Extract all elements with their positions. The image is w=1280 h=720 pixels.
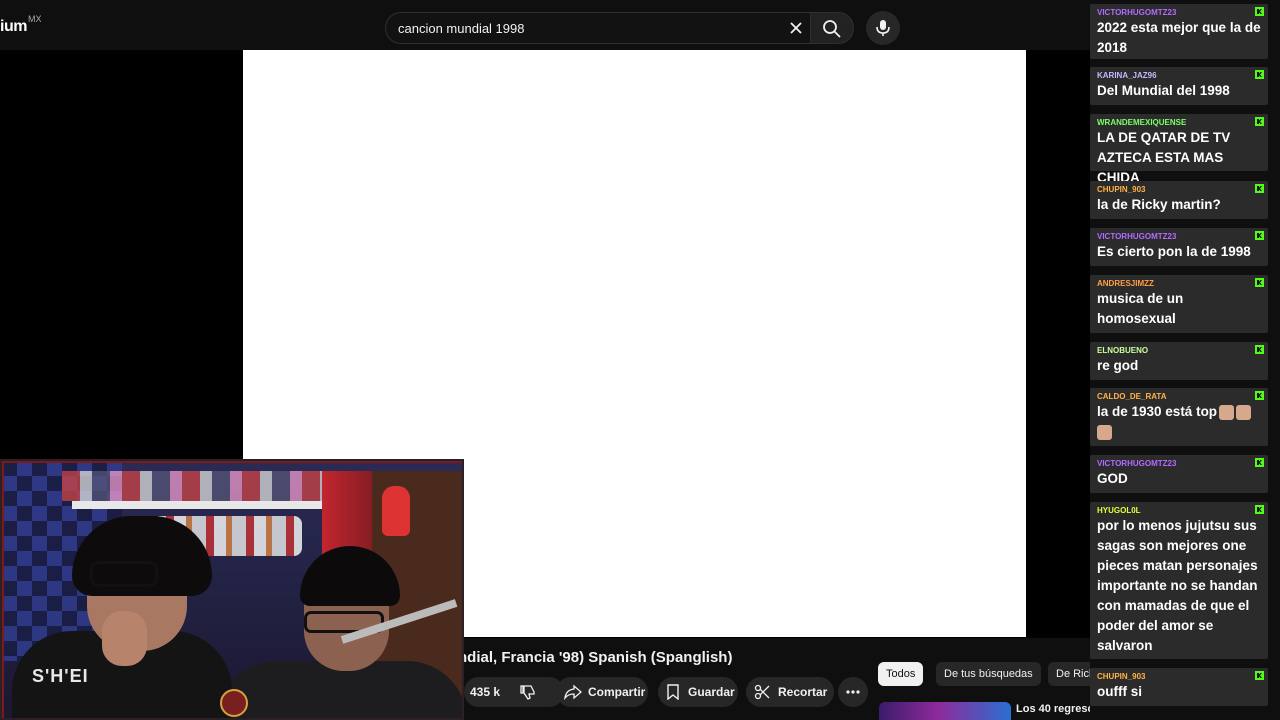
chat-username[interactable]: ELNOBUENO <box>1097 346 1148 355</box>
filter-chips: Todos De tus búsquedas De Ricky Martin <box>878 662 1178 686</box>
more-actions-button[interactable] <box>838 677 868 707</box>
poster-collection <box>62 471 322 501</box>
screen: ium MX cancion mundial 1998 ndial, Franc… <box>0 0 1280 720</box>
chat-message: ELNOBUENO re god <box>1090 342 1268 380</box>
kick-badge-icon <box>1255 671 1264 680</box>
live-chat: VICTORHUGOMTZ23 2022 esta mejor que la de… <box>1090 0 1280 720</box>
santa-figure <box>382 486 410 536</box>
chat-username[interactable]: KARINA_JAZ96 <box>1097 71 1157 80</box>
voice-search-button[interactable] <box>866 11 900 45</box>
masthead: ium MX cancion mundial 1998 <box>0 0 1090 50</box>
chat-message: VICTORHUGOMTZ23 2022 esta mejor que la de… <box>1090 4 1268 59</box>
shirt-print: S'H'EI <box>32 666 89 686</box>
save-label: Guardar <box>688 685 735 699</box>
chat-message-text: por lo menos jujutsu sus sagas son mejor… <box>1097 518 1258 653</box>
video-title: ndial, Francia '98) Spanish (Spanglish) <box>458 649 733 666</box>
chat-message: CHUPIN_903oufff si <box>1090 668 1268 706</box>
chat-message-text: musica de un homosexual <box>1097 291 1184 326</box>
chat-message: CHUPIN_903la de Ricky martin? <box>1090 181 1268 219</box>
emote-icon <box>1097 425 1112 440</box>
share-button[interactable]: Compartir <box>556 677 648 707</box>
chat-username[interactable]: VICTORHUGOMTZ23 <box>1097 8 1176 17</box>
bookmark-icon <box>667 684 679 700</box>
like-dislike-group: 435 k <box>464 677 564 707</box>
chat-username[interactable]: CHUPIN_903 <box>1097 672 1145 681</box>
close-icon[interactable] <box>788 20 804 36</box>
kick-badge-icon <box>1255 117 1264 126</box>
shelf <box>72 501 342 509</box>
save-button[interactable]: Guardar <box>658 677 738 707</box>
webcam-overlay: S'H'EI <box>0 459 464 720</box>
chat-message: ANDRESJIMZZ musica de un homosexual <box>1090 275 1268 333</box>
chat-message-text: GOD <box>1097 471 1128 486</box>
chat-username[interactable]: VICTORHUGOMTZ23 <box>1097 459 1176 468</box>
streamer-1-glasses <box>90 561 158 587</box>
kick-badge-icon <box>1255 70 1264 79</box>
chat-username[interactable]: WRANDEMEXIQUENSE <box>1097 118 1186 127</box>
search-box[interactable]: cancion mundial 1998 <box>385 12 813 44</box>
streamer-1-hand <box>102 611 147 666</box>
share-icon <box>564 684 582 700</box>
chat-message: VICTORHUGOMTZ23 Es cierto pon la de 1998 <box>1090 228 1268 266</box>
chat-message-text: oufff si <box>1097 684 1142 699</box>
chat-message-text: re god <box>1097 358 1139 373</box>
chat-message-text: 2022 esta mejor que la de 2018 <box>1097 20 1261 55</box>
channel-logo <box>220 689 248 717</box>
dislike-icon[interactable] <box>520 684 536 700</box>
logo[interactable]: ium <box>0 18 27 36</box>
chat-message-text: LA DE QATAR DE TV AZTECA ESTA MAS CHIDA <box>1097 130 1231 185</box>
clip-button[interactable]: Recortar <box>746 677 834 707</box>
recommendation-thumbnail[interactable] <box>879 702 1011 720</box>
chat-message: VICTORHUGOMTZ23 GOD <box>1090 455 1268 493</box>
emote-icon <box>1219 404 1235 420</box>
kick-badge-icon <box>1255 7 1264 16</box>
emote-icon <box>1236 404 1252 420</box>
search-icon <box>823 20 841 38</box>
clip-label: Recortar <box>778 685 828 699</box>
chat-username[interactable]: CHUPIN_903 <box>1097 185 1145 194</box>
kick-badge-icon <box>1255 231 1264 240</box>
chip-todos[interactable]: Todos <box>878 662 924 686</box>
chat-message-text: Es cierto pon la de 1998 <box>1097 244 1251 259</box>
chat-username[interactable]: VICTORHUGOMTZ23 <box>1097 232 1176 241</box>
microphone-icon <box>876 20 890 36</box>
chat-message: HYUGOL0L por lo menos jujutsu sus sagas s… <box>1090 502 1268 659</box>
chat-message-text: Del Mundial del 1998 <box>1097 83 1230 98</box>
chat-username[interactable]: HYUGOL0L <box>1097 506 1141 515</box>
share-label: Compartir <box>588 685 646 699</box>
chat-username[interactable]: ANDRESJIMZZ <box>1097 279 1154 288</box>
chat-message: CALDO_DE_RATAla de 1930 está top <box>1090 388 1268 446</box>
kick-badge-icon <box>1255 458 1264 467</box>
chat-message-text: la de Ricky martin? <box>1097 197 1221 212</box>
like-count[interactable]: 435 k <box>470 685 500 699</box>
search-button[interactable] <box>810 12 854 44</box>
logo-region-label: MX <box>28 14 42 24</box>
chat-message: KARINA_JAZ96 Del Mundial del 1998 <box>1090 67 1268 105</box>
search-input[interactable]: cancion mundial 1998 <box>398 21 524 36</box>
kick-badge-icon <box>1255 345 1264 354</box>
chat-message: WRANDEMEXIQUENSE LA DE QATAR DE TV AZTECA… <box>1090 114 1268 185</box>
chat-username[interactable]: CALDO_DE_RATA <box>1097 392 1166 401</box>
chat-message-text: la de 1930 está top <box>1097 404 1218 419</box>
chip-search-history[interactable]: De tus búsquedas <box>936 662 1041 686</box>
kick-badge-icon <box>1255 184 1264 193</box>
kick-badge-icon <box>1255 505 1264 514</box>
scissors-icon <box>754 684 770 700</box>
kick-badge-icon <box>1255 391 1264 400</box>
kick-badge-icon <box>1255 278 1264 287</box>
more-horizontal-icon <box>846 690 860 694</box>
